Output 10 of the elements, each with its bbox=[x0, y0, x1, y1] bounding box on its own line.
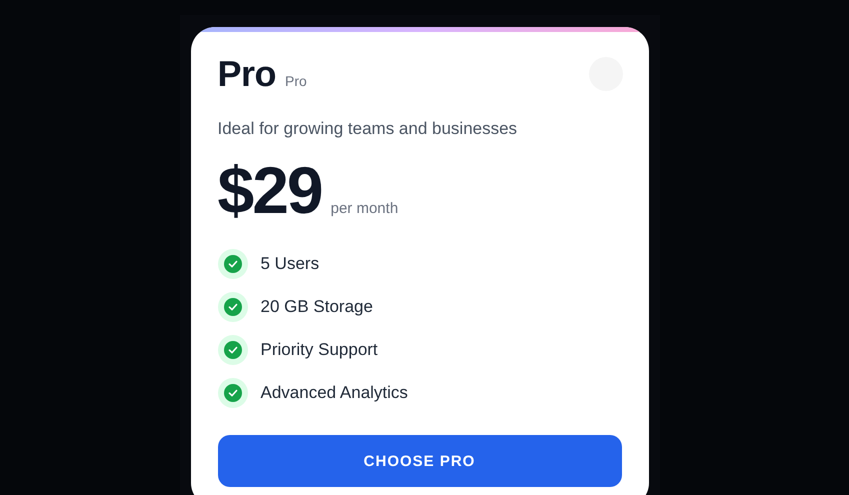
feature-label: 20 GB Storage bbox=[260, 297, 373, 317]
price: $29 bbox=[218, 157, 322, 223]
plan-description: Ideal for growing teams and businesses bbox=[218, 119, 518, 139]
choose-plan-button[interactable]: CHOOSE PRO bbox=[218, 435, 622, 487]
feature-label: Priority Support bbox=[260, 340, 378, 360]
feature-label: 5 Users bbox=[260, 254, 320, 274]
feature-label: Advanced Analytics bbox=[260, 383, 408, 403]
billing-period: per month bbox=[330, 200, 398, 217]
plan-name: Pro bbox=[218, 53, 276, 95]
plan-tag: Pro bbox=[285, 73, 307, 89]
